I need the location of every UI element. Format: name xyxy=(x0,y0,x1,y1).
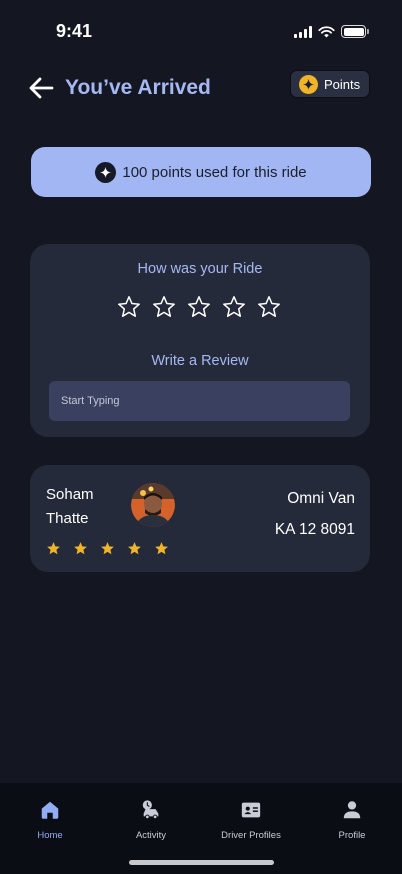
nav-label: Driver Profiles xyxy=(221,830,281,841)
header: You’ve Arrived Points xyxy=(0,70,402,106)
arrow-left-icon[interactable] xyxy=(28,76,54,100)
home-icon xyxy=(41,801,59,819)
battery-icon xyxy=(341,25,369,38)
review-title: Write a Review xyxy=(151,353,249,369)
sparkle-coin-icon xyxy=(299,74,318,94)
sparkle-icon xyxy=(95,161,117,183)
star-outline-icon[interactable] xyxy=(187,295,211,319)
driver-name: Soham Thatte xyxy=(46,483,116,531)
bottom-nav: Home Activity Driver Profiles Profile xyxy=(0,783,402,874)
points-button[interactable]: Points xyxy=(290,70,370,98)
id-card-icon xyxy=(241,802,261,818)
star-rating xyxy=(117,295,281,319)
vehicle-model: Omni Van xyxy=(287,490,355,507)
star-filled-icon xyxy=(101,542,114,555)
star-filled-icon xyxy=(47,542,60,555)
rating-card: How was your Ride Write a Review xyxy=(30,244,370,437)
nav-item-profile[interactable]: Profile xyxy=(302,799,402,841)
star-outline-icon[interactable] xyxy=(117,295,141,319)
person-icon xyxy=(343,801,361,819)
star-filled-icon xyxy=(74,542,87,555)
nav-label: Profile xyxy=(338,830,366,841)
points-label: Points xyxy=(324,76,361,92)
star-outline-icon[interactable] xyxy=(222,295,246,319)
star-filled-icon xyxy=(155,542,168,555)
driver-first-name: Soham xyxy=(46,486,94,503)
nav-label: Home xyxy=(37,830,63,841)
driver-last-name: Thatte xyxy=(46,510,89,527)
star-outline-icon[interactable] xyxy=(257,295,281,319)
page-title: You’ve Arrived xyxy=(65,76,211,99)
nav-item-activity[interactable]: Activity xyxy=(101,799,201,841)
star-outline-icon[interactable] xyxy=(152,295,176,319)
rating-title: How was your Ride xyxy=(137,261,263,277)
driver-avatar xyxy=(131,483,175,527)
activity-icon xyxy=(142,800,159,820)
review-input[interactable] xyxy=(49,381,350,421)
nav-item-driver-profiles[interactable]: Driver Profiles xyxy=(201,799,301,841)
star-filled-icon xyxy=(128,542,141,555)
driver-card: Soham Thatte Omni Van KA 12 8091 xyxy=(30,465,370,572)
status-icons xyxy=(294,25,369,38)
vehicle-plate: KA 12 8091 xyxy=(274,521,355,538)
points-used-banner: 100 points used for this ride xyxy=(31,147,371,197)
nav-item-home[interactable]: Home xyxy=(0,799,100,841)
points-used-text: 100 points used for this ride xyxy=(122,163,307,181)
nav-label: Activity xyxy=(135,830,167,841)
wifi-icon xyxy=(318,25,335,37)
driver-rating xyxy=(46,541,169,556)
home-indicator xyxy=(129,860,274,865)
status-time: 9:41 xyxy=(56,21,93,41)
cellular-signal-icon xyxy=(294,25,312,38)
status-bar: 9:41 xyxy=(0,0,402,60)
